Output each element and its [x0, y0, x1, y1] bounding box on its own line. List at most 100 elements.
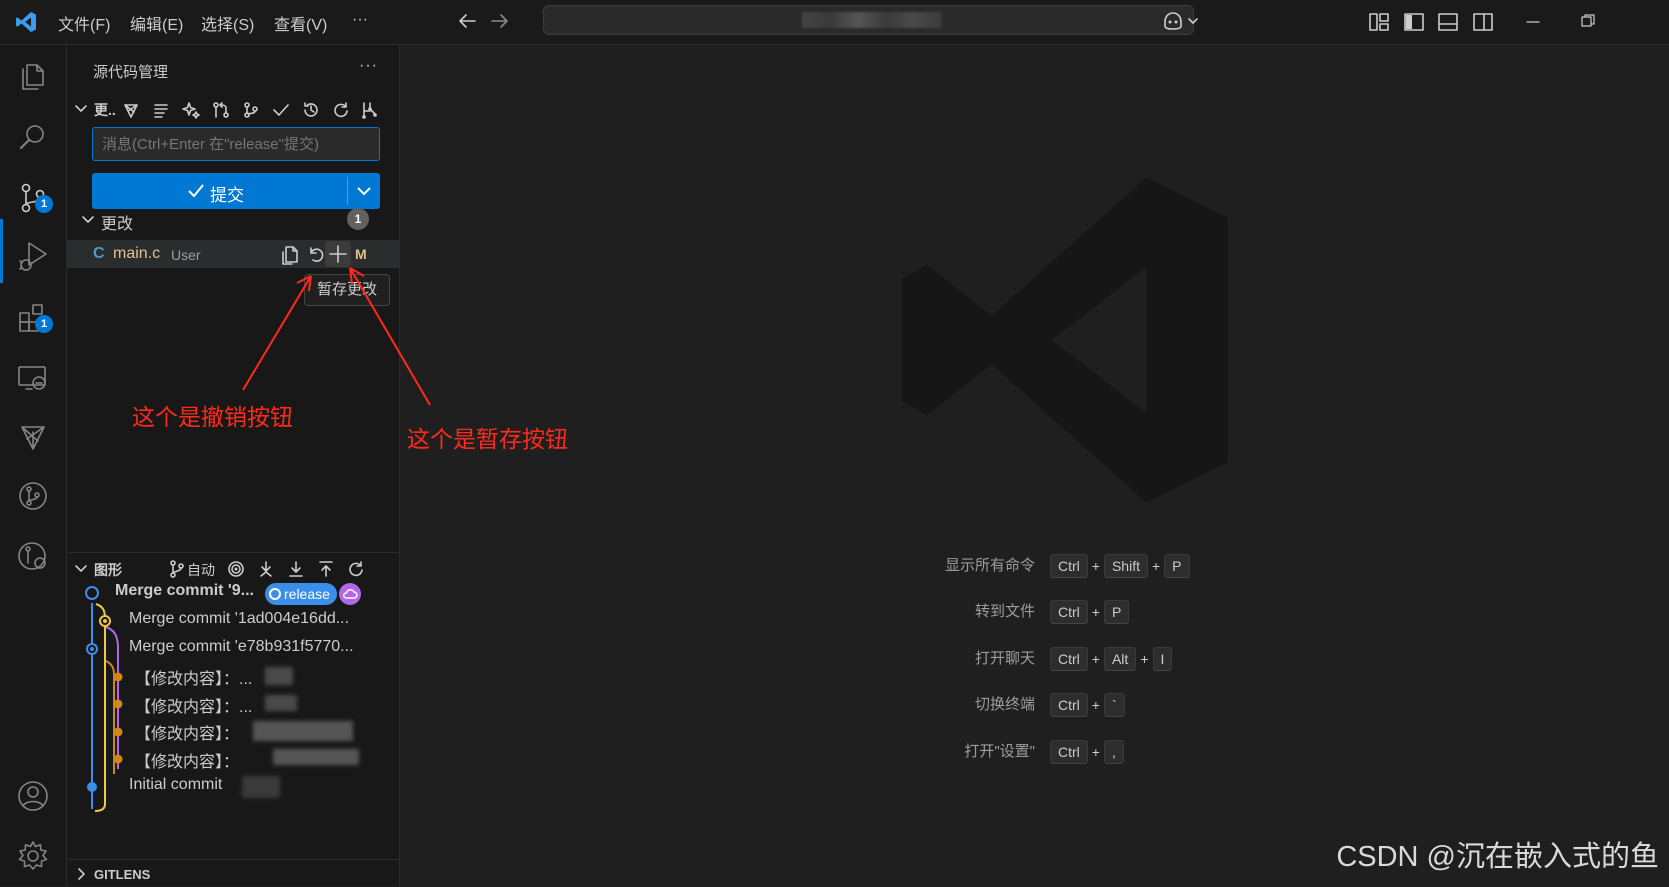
- key-cap: Ctrl: [1050, 693, 1088, 717]
- active-indicator: [0, 219, 3, 283]
- graph-refresh-icon[interactable]: [347, 560, 365, 578]
- push-icon[interactable]: [317, 560, 335, 578]
- history-icon[interactable]: [302, 101, 320, 119]
- toggle-panel-icon[interactable]: [1437, 11, 1459, 33]
- stage-annotation: 这个是暂存按钮: [407, 426, 568, 452]
- commit-row-5[interactable]: 【修改内容】：...: [135, 693, 252, 717]
- commit-row-1[interactable]: Merge commit '9...: [115, 582, 254, 600]
- shortcut-label: 显示所有命令: [944, 557, 1035, 574]
- modified-status: M: [355, 246, 367, 262]
- gitlens-action-icon[interactable]: [122, 101, 140, 119]
- graph-history-icon[interactable]: [16, 539, 50, 573]
- blurred-text: [242, 776, 280, 798]
- commit-row-2[interactable]: Merge commit '1ad004e16dd...: [129, 610, 349, 628]
- sidebar-title: 源代码管理: [93, 64, 169, 81]
- chevron-down-icon[interactable]: [73, 560, 89, 576]
- stage-changes-button[interactable]: [325, 241, 351, 267]
- menu-edit[interactable]: 编辑(E): [130, 11, 183, 35]
- graph-icon[interactable]: [360, 101, 378, 119]
- search-icon[interactable]: [16, 120, 50, 154]
- changes-group-label: 更改: [101, 216, 134, 233]
- manage-gear-icon[interactable]: [16, 839, 50, 873]
- menu-view[interactable]: 查看(V): [274, 11, 327, 35]
- gitlens-section-header[interactable]: GITLENS: [67, 859, 399, 887]
- toggle-secondary-sidebar-icon[interactable]: [1472, 11, 1494, 33]
- commit-row-8[interactable]: Initial commit: [129, 776, 222, 794]
- forward-arrow-icon[interactable]: [488, 9, 512, 33]
- explorer-icon[interactable]: [16, 59, 50, 93]
- changes-count-badge: 1: [347, 208, 369, 230]
- blurred-text: [265, 667, 293, 685]
- changes-group-header[interactable]: 更改 1: [67, 206, 399, 233]
- menu-selection[interactable]: 选择(S): [201, 11, 254, 35]
- command-center-search[interactable]: [543, 5, 1194, 35]
- key-cap: Ctrl: [1050, 740, 1088, 764]
- csdn-watermark: CSDN @沉在嵌入式的鱼: [1336, 841, 1659, 873]
- accounts-icon[interactable]: [16, 779, 50, 813]
- chevron-right-icon[interactable]: [73, 866, 89, 882]
- plus-icon: [329, 245, 347, 263]
- back-arrow-icon[interactable]: [455, 9, 479, 33]
- key-cap: Ctrl: [1050, 600, 1088, 624]
- remote-explorer-icon[interactable]: [16, 361, 50, 395]
- source-control-sidebar: 源代码管理 ··· 更.. 提交 更改 1: [67, 45, 400, 886]
- toggle-primary-sidebar-icon[interactable]: [1403, 11, 1425, 33]
- open-file-icon[interactable]: [280, 245, 300, 265]
- vscode-watermark-logo-icon: [902, 177, 1228, 503]
- commit-dropdown-button[interactable]: [348, 173, 380, 209]
- changed-file-row[interactable]: C main.c User M: [67, 240, 399, 268]
- cloud-icon: [339, 583, 361, 605]
- pull-icon[interactable]: [287, 560, 305, 578]
- blurred-workspace-name: [802, 12, 942, 28]
- minimize-icon[interactable]: [1526, 20, 1540, 24]
- undo-annotation: 这个是撤销按钮: [132, 404, 293, 430]
- discard-changes-icon[interactable]: [305, 245, 325, 265]
- commit-message-input[interactable]: [92, 127, 380, 161]
- copilot-icon[interactable]: [1161, 9, 1201, 33]
- refresh-icon[interactable]: [332, 101, 350, 119]
- key-cap: Ctrl: [1050, 554, 1088, 578]
- commit-check-icon[interactable]: [272, 101, 290, 119]
- shortcut-label: 转到文件: [974, 603, 1035, 620]
- chevron-down-icon[interactable]: [80, 211, 96, 227]
- fetch-icon[interactable]: [257, 560, 275, 578]
- graph-auto-label[interactable]: 自动: [187, 560, 215, 580]
- commit-row-3[interactable]: Merge commit 'e78b931f5770...: [129, 638, 354, 656]
- key-cap: I: [1152, 647, 1173, 671]
- commit-button-label: 提交: [210, 186, 244, 205]
- customize-layout-icon[interactable]: [1368, 11, 1390, 33]
- sparkle-generate-message-icon[interactable]: [182, 101, 200, 119]
- graph-section-header[interactable]: 图形 自动: [67, 552, 399, 580]
- run-debug-icon[interactable]: [16, 239, 50, 273]
- view-as-list-icon[interactable]: [152, 101, 170, 119]
- key-cap: Alt: [1103, 647, 1137, 671]
- commit-button[interactable]: 提交: [92, 173, 380, 209]
- extensions-badge: 1: [35, 315, 53, 333]
- gitlens-inspect-icon[interactable]: [16, 419, 50, 453]
- gitlens-section-title: GITLENS: [94, 867, 151, 882]
- c-file-icon: C: [93, 245, 105, 262]
- branch-icon: [169, 560, 185, 578]
- file-path: User: [171, 247, 201, 263]
- key-cap: Ctrl: [1050, 647, 1088, 671]
- commit-row-7[interactable]: 【修改内容】：: [135, 748, 239, 772]
- key-cap: `: [1103, 693, 1125, 717]
- branch-compare-icon[interactable]: [242, 101, 260, 119]
- menu-more[interactable]: ···: [352, 11, 368, 29]
- release-branch-badge[interactable]: release: [265, 583, 337, 605]
- release-branch-label: release: [284, 586, 330, 602]
- menu-file[interactable]: 文件(F): [58, 11, 110, 35]
- restore-icon[interactable]: [1581, 14, 1595, 28]
- sidebar-more-button[interactable]: ···: [359, 57, 378, 75]
- repository-section-header[interactable]: 更..: [67, 95, 399, 121]
- gitlens-icon[interactable]: [16, 479, 50, 513]
- pull-request-icon[interactable]: [212, 101, 230, 119]
- blurred-text: [265, 695, 297, 711]
- source-control-badge: 1: [35, 195, 53, 213]
- commit-row-4[interactable]: 【修改内容】：...: [135, 665, 252, 689]
- chevron-down-icon[interactable]: [73, 100, 89, 116]
- target-icon[interactable]: [227, 560, 245, 578]
- blurred-text: [273, 749, 359, 765]
- repository-name: 更..: [94, 102, 116, 118]
- commit-row-6[interactable]: 【修改内容】：: [135, 720, 239, 744]
